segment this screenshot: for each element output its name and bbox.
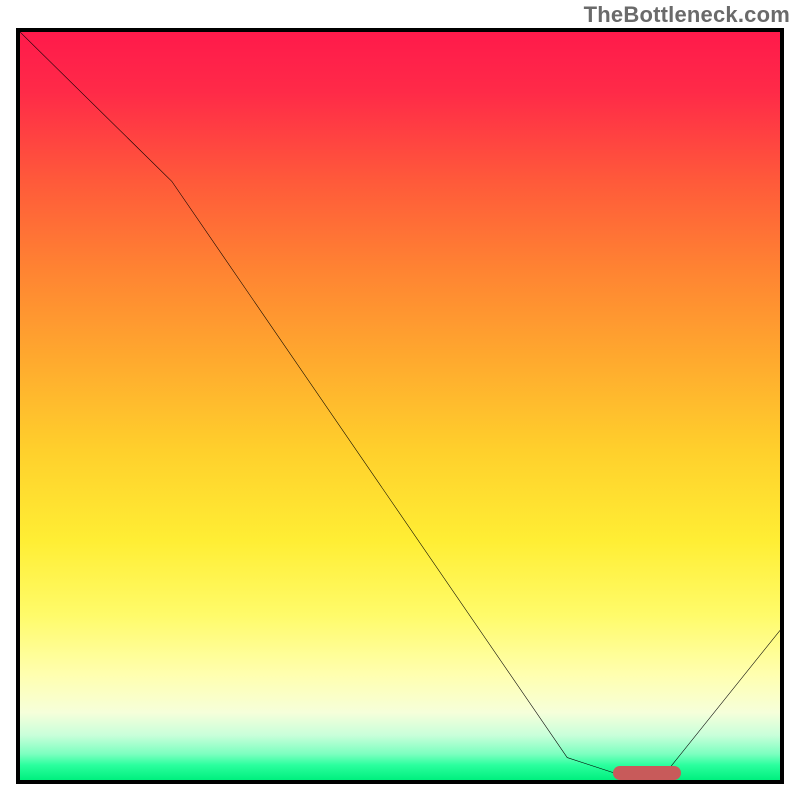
watermark-text: TheBottleneck.com — [584, 2, 790, 28]
chart-container: TheBottleneck.com — [0, 0, 800, 800]
bottleneck-curve — [20, 32, 780, 780]
plot-frame — [16, 28, 784, 784]
optimal-range-marker — [613, 766, 681, 780]
